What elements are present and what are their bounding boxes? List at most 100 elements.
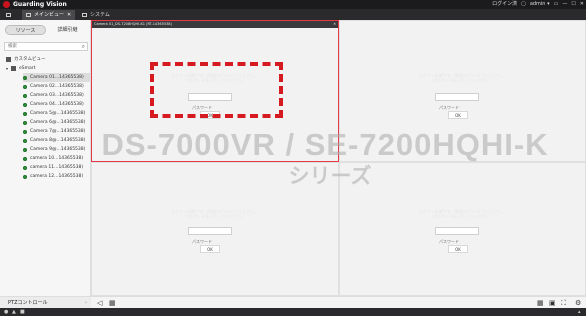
close-icon[interactable]: ✕ [333,21,336,28]
video-cell[interactable]: ログイン失敗です。再度ログインしてください。 パスワードを入力してください。 O… [91,162,339,296]
chevron-down-icon[interactable]: ▾ [6,65,8,72]
camera-online-icon [23,84,27,89]
cell-message: パスワードを入力してください。 [432,214,493,219]
camera-online-icon [23,93,27,98]
monitor-icon [26,13,31,17]
brand: Guarding Vision [3,1,67,8]
password-field [188,93,232,111]
camera-label: Camera 8@...14365538) [30,138,86,143]
tab-resources[interactable]: リソース [5,25,46,35]
tab-system[interactable]: システム [78,10,114,20]
tab-details[interactable]: 詳細引継 [48,25,87,35]
camera-label: camera 12...14365538) [30,174,84,179]
list-item[interactable]: Camera 02...14365538) [23,82,90,91]
ptz-control-bar[interactable]: PTZコントロール › [0,296,91,308]
list-item[interactable]: camera 12...14365538) [23,172,90,181]
cell-title-bar: Camera 01_DS-7208HQHI-K1 (RT-14365538) ✕ [92,21,338,28]
list-item[interactable]: Camera 04...14365538) [23,100,90,109]
layout-icon[interactable]: ▦ [109,298,116,308]
password-input[interactable] [436,104,478,111]
list-item[interactable]: Camera 5@...14365538) [23,109,90,118]
list-item[interactable]: Camera 6@...14365538) [23,118,90,127]
list-item[interactable]: camera 11...14365538) [23,163,90,172]
close-button[interactable]: ✕ [580,1,584,8]
list-item[interactable]: Camera 01...14365538) [23,73,90,82]
list-item[interactable]: Camera 7@...14365538) [23,127,90,136]
camera-online-icon [23,174,27,179]
ok-button[interactable]: OK [448,245,468,253]
camera-online-icon [23,138,27,143]
camera-label: camera 11...14365538) [30,165,84,170]
camera-online-icon [23,120,27,125]
lock-icon[interactable]: ▭ [554,1,559,8]
camera-online-icon [23,102,27,107]
tab-main-view[interactable]: メインビュー ✕ [22,10,76,20]
alarm-icon[interactable]: ● [4,308,8,316]
settings-icon[interactable]: ⚙ [575,298,581,308]
password-input[interactable] [436,238,478,245]
group-item[interactable]: ▾ eSmart [6,65,35,72]
info-icon[interactable]: ■ [20,308,25,316]
app-title: Guarding Vision [13,1,67,8]
ok-button[interactable]: OK [200,111,220,119]
camera-label: camera 10...14365538) [30,156,84,161]
ok-button[interactable]: OK [200,245,220,253]
camera-label: Camera 03...14365538) [30,93,84,98]
minimize-button[interactable]: — [562,1,567,8]
list-item[interactable]: Camera 9@...14365538) [23,145,90,154]
cell-message: パスワードを入力してください。 [185,78,245,83]
cell-message: パスワードを入力してください。 [432,78,493,83]
expand-icon[interactable]: ▴ [578,308,581,316]
window-icon[interactable]: ▣ [549,298,556,308]
tab-main-view-label: メインビュー [34,12,65,18]
password-input[interactable] [189,238,231,245]
video-cell[interactable]: Camera 01_DS-7208HQHI-K1 (RT-14365538) ✕… [91,20,339,162]
password-field [435,227,479,245]
camera-online-icon [23,75,27,80]
video-cell[interactable]: ログイン失敗です。再度ログインしてください。 パスワードを入力してください。 O… [339,20,586,162]
view-toolbar: ◁ ▦ ▦ ▣ ⛶ ⚙ [91,296,586,308]
screen-icon[interactable]: ▢ [521,1,526,8]
ok-button[interactable]: OK [448,111,468,119]
folder-icon [11,66,17,71]
camera-label: Camera 04...14365538) [30,102,84,107]
title-bar: Guarding Vision ログイン済 ▢ admin ▾ ▭ — ☐ ✕ [0,0,586,9]
grid-menu-icon[interactable] [2,10,15,20]
list-item[interactable]: Camera 8@...14365538) [23,136,90,145]
camera-online-icon [23,111,27,116]
password-field [435,93,479,111]
split-icon[interactable]: ▦ [537,298,544,308]
warning-icon[interactable]: ▲ [12,308,16,316]
video-cell[interactable]: ログイン失敗です。再度ログインしてください。 パスワードを入力してください。 O… [339,162,586,296]
camera-label: Camera 6@...14365538) [30,120,86,125]
logo-icon [3,1,10,8]
group-label: eSmart [19,66,36,71]
maximize-button[interactable]: ☐ [571,1,575,8]
search-icon[interactable]: ⌕ [82,43,85,50]
cell-message: パスワードを入力してください。 [185,214,245,219]
window-controls: ログイン済 ▢ admin ▾ ▭ — ☐ ✕ [492,1,584,8]
camera-label: Camera 9@...14365538) [30,147,86,152]
fullscreen-icon[interactable]: ⛶ [561,298,566,308]
custom-view-item[interactable]: カスタムビュー [6,56,46,63]
volume-icon[interactable]: ◁ [97,298,102,308]
search-box: ⌕ [4,42,88,51]
list-item[interactable]: Camera 03...14365538) [23,91,90,100]
camera-label: Camera 5@...14365538) [30,111,86,116]
sidebar: リソース 詳細引継 ⌕ カスタムビュー ▾ eSmart Camera 01..… [0,20,91,296]
camera-label: Camera 01...14365538) [30,75,84,80]
user-menu[interactable]: admin ▾ [530,1,550,8]
camera-online-icon [23,147,27,152]
custom-view-icon [6,57,11,62]
system-icon [82,13,87,17]
camera-label: Camera 7@...14365538) [30,129,86,134]
cell-title: Camera 01_DS-7208HQHI-K1 (RT-14365538) [94,22,172,26]
app-window: Guarding Vision ログイン済 ▢ admin ▾ ▭ — ☐ ✕ … [0,0,586,316]
search-input[interactable] [5,43,75,50]
camera-online-icon [23,129,27,134]
login-status[interactable]: ログイン済 [492,1,517,8]
video-grid: Camera 01_DS-7208HQHI-K1 (RT-14365538) ✕… [91,20,586,296]
password-input[interactable] [189,104,231,111]
list-item[interactable]: camera 10...14365538) [23,154,90,163]
tab-close-icon[interactable]: ✕ [67,10,71,20]
